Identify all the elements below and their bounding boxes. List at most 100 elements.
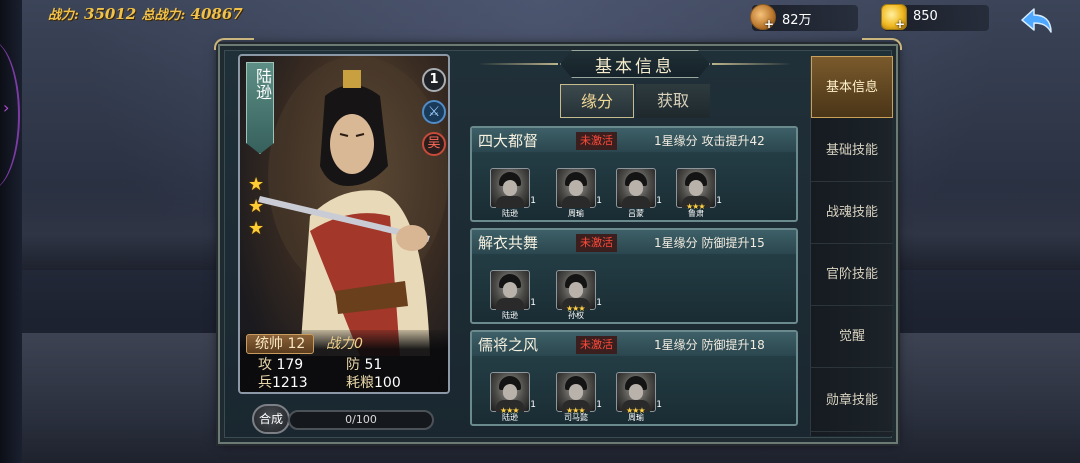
member-name: 司马懿 [564, 413, 588, 422]
defense-value: 51 [364, 357, 383, 373]
troops-value: 1213 [272, 375, 308, 391]
member-portrait[interactable]: 1 ★★★ 周瑜 [616, 372, 662, 422]
portrait-face [629, 180, 643, 196]
member-level: 1 [656, 196, 662, 206]
attack-value: 179 [276, 357, 304, 373]
member-level: 1 [596, 196, 602, 206]
grain-stat: 耗粮100 [346, 374, 401, 392]
portrait-body [622, 196, 650, 208]
member-level: 1 [716, 196, 722, 206]
member-level: 1 [530, 400, 536, 410]
fate-panel[interactable]: 四大都督 未激活 1星缘分 攻击提升42 1 陆逊 1 周瑜 1 吕蒙 1 ★★… [470, 126, 798, 222]
star-icon: ★ [248, 218, 265, 239]
soul-label: 战力 [326, 336, 354, 352]
total-power-value: 40867 [190, 5, 243, 23]
copper-amount: 82万 [782, 13, 812, 28]
member-name: 陆逊 [502, 413, 518, 422]
add-copper-icon[interactable]: + [764, 17, 774, 31]
command-stat: 统帅 12 [246, 334, 315, 354]
synthesis-progress-text: 0/100 [345, 413, 377, 426]
portrait-body [562, 196, 590, 208]
fate-status: 未激活 [576, 234, 617, 252]
fate-title: 四大都督 [478, 132, 539, 150]
fate-status: 未激活 [576, 132, 617, 150]
fate-title: 儒将之风 [478, 336, 539, 354]
portrait-face [629, 384, 643, 400]
member-name: 周瑜 [568, 209, 584, 218]
menu-basic-skills[interactable]: 基础技能 [811, 120, 893, 182]
member-level: 1 [530, 196, 536, 206]
portrait-face [569, 384, 583, 400]
defense-stat: 防 51 [346, 356, 382, 374]
hero-stats: 统帅 12 战力0 攻 179 防 51 兵1213 耗粮100 [240, 330, 448, 392]
member-level: 1 [530, 298, 536, 308]
synthesize-button[interactable]: 合成 [252, 404, 290, 434]
title-decoration [712, 63, 792, 65]
troops-label: 兵 [258, 375, 272, 391]
soul-value: 0 [354, 336, 363, 352]
total-power-label: 总战力: [141, 8, 186, 23]
menu-rank-skills[interactable]: 官阶技能 [811, 244, 893, 306]
star-icon: ★ [248, 196, 265, 217]
portrait-body [496, 196, 524, 208]
soul-stat: 战力0 [326, 334, 363, 354]
tab-obtain[interactable]: 获取 [636, 84, 710, 118]
add-gold-icon[interactable]: + [895, 17, 905, 31]
member-level: 1 [596, 298, 602, 308]
gold-currency[interactable]: + 850 [881, 4, 989, 31]
grain-value: 100 [374, 375, 401, 391]
member-level: 1 [596, 400, 602, 410]
fate-status: 未激活 [576, 336, 617, 354]
side-menu: 基本信息 基础技能 战魂技能 官阶技能 觉醒 勋章技能 [810, 56, 893, 436]
power-value: 35012 [84, 5, 137, 23]
menu-basic-info[interactable]: 基本信息 [811, 56, 893, 118]
member-portrait[interactable]: 1 ★★★ 鲁肃 [676, 168, 722, 218]
member-portrait[interactable]: 1 ★★★ 司马懿 [556, 372, 602, 422]
expand-arrow-icon[interactable]: › [3, 98, 15, 118]
grain-label: 耗粮 [346, 375, 374, 391]
member-portrait[interactable]: 1 吕蒙 [616, 168, 662, 218]
portrait-face [503, 384, 517, 400]
attack-stat: 攻 179 [258, 356, 303, 374]
member-portrait[interactable]: 1 陆逊 [490, 168, 536, 218]
star-icon: ★ [248, 174, 265, 195]
fate-description: 1星缘分 攻击提升42 [654, 134, 765, 148]
command-label: 统帅 [255, 336, 283, 352]
member-portrait[interactable]: 1 ★★★ 孙权 [556, 270, 602, 320]
fate-panel[interactable]: 解衣共舞 未激活 1星缘分 防御提升15 1 陆逊 1 ★★★ 孙权 [470, 228, 798, 324]
frame-corner [214, 38, 254, 50]
hero-stars: ★ ★ ★ [248, 174, 268, 240]
sword-icon: ⚔ [422, 100, 446, 124]
fate-title: 解衣共舞 [478, 234, 539, 252]
member-name: 鲁肃 [688, 209, 704, 218]
member-level: 1 [656, 400, 662, 410]
panel-title: 基本信息 [595, 57, 675, 77]
tab-fate[interactable]: 缘分 [560, 84, 634, 118]
member-name: 陆逊 [502, 209, 518, 218]
left-drawer[interactable]: › [0, 0, 22, 463]
menu-medal-skills[interactable]: 勋章技能 [811, 370, 893, 432]
member-portrait[interactable]: 1 ★★★ 陆逊 [490, 372, 536, 422]
member-portrait[interactable]: 1 陆逊 [490, 270, 536, 320]
hero-card[interactable]: 陆逊 ★ ★ ★ 1 ⚔ 吴 统帅 12 战力0 攻 179 防 51 兵121… [238, 54, 450, 394]
member-name: 吕蒙 [628, 209, 644, 218]
hero-number-badge: 1 [422, 68, 446, 92]
command-value: 12 [287, 336, 306, 352]
tab-bar: 缘分 获取 [560, 84, 710, 118]
power-label: 战力: [48, 8, 79, 23]
member-portrait[interactable]: 1 周瑜 [556, 168, 602, 218]
portrait-face [503, 282, 517, 298]
back-arrow-icon[interactable] [1016, 6, 1056, 40]
menu-soul-skills[interactable]: 战魂技能 [811, 182, 893, 244]
portrait-face [569, 282, 583, 298]
menu-awaken[interactable]: 觉醒 [811, 306, 893, 368]
fate-panel[interactable]: 儒将之风 未激活 1星缘分 防御提升18 1 ★★★ 陆逊 1 ★★★ 司马懿 … [470, 330, 798, 426]
faction-badge: 吴 [422, 132, 446, 156]
power-display: 战力: 35012 总战力: 40867 [48, 4, 243, 26]
copper-currency[interactable]: + 82万 [750, 4, 858, 31]
member-name: 陆逊 [502, 311, 518, 320]
defense-label: 防 [346, 357, 360, 373]
fate-description: 1星缘分 防御提升15 [654, 236, 765, 250]
portrait-face [569, 180, 583, 196]
synthesis-progress-bar: 0/100 [288, 410, 434, 430]
